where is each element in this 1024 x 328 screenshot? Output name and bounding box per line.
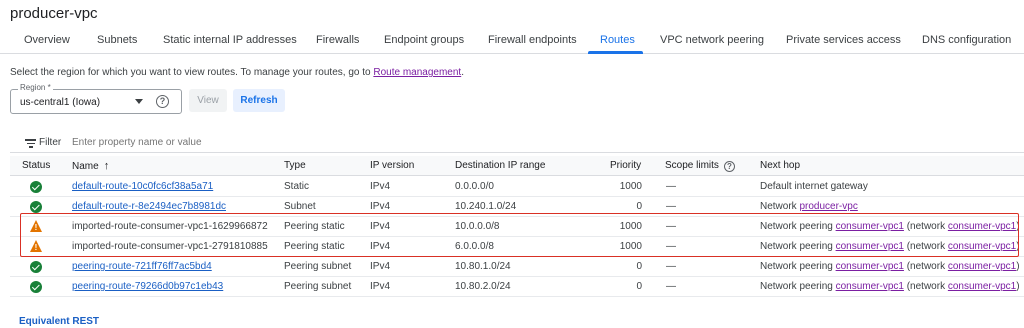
refresh-button[interactable]: Refresh	[233, 89, 285, 112]
highlight-annotation-box	[20, 213, 1019, 257]
table-row: peering-route-79266d0b97c1eb43 Peering s…	[10, 277, 1024, 297]
route-destination: 0.0.0.0/0	[455, 181, 494, 192]
table-row: peering-route-721ff76ff7ac5bd4 Peering s…	[10, 257, 1024, 277]
route-priority: 1000	[619, 181, 642, 192]
column-header-name[interactable]: Name ↑	[72, 160, 109, 172]
dropdown-arrow-icon[interactable]	[135, 99, 143, 104]
region-label: Region *	[18, 83, 53, 92]
intro-message: Select the region for which you want to …	[10, 67, 374, 78]
tab-endpoint-groups[interactable]: Endpoint groups	[384, 34, 464, 46]
column-header-destination[interactable]: Destination IP range	[455, 160, 545, 171]
route-type: Subnet	[284, 201, 316, 212]
tab-bar: Overview Subnets Static internal IP addr…	[0, 30, 1024, 54]
column-header-type[interactable]: Type	[284, 160, 306, 171]
route-destination: 10.80.1.0/24	[455, 261, 511, 272]
route-scope: —	[666, 261, 676, 272]
column-header-ip-version[interactable]: IP version	[370, 160, 414, 171]
sort-ascending-icon[interactable]: ↑	[104, 160, 110, 172]
next-hop-suffix: )	[1016, 261, 1020, 272]
route-name-link[interactable]: peering-route-721ff76ff7ac5bd4	[72, 261, 212, 272]
filter-input[interactable]	[72, 137, 372, 148]
table-row: default-route-10c0fc6cf38a5a71 Static IP…	[10, 177, 1024, 197]
route-destination: 10.80.2.0/24	[455, 281, 511, 292]
route-ip-version: IPv4	[370, 261, 391, 272]
column-header-next-hop[interactable]: Next hop	[760, 160, 800, 171]
status-ok-icon	[30, 281, 42, 293]
column-header-scope-label: Scope limits	[665, 160, 719, 171]
route-ip-version: IPv4	[370, 201, 391, 212]
tab-private-services-access[interactable]: Private services access	[786, 34, 901, 46]
tab-vpc-network-peering[interactable]: VPC network peering	[660, 34, 764, 46]
active-tab-indicator	[588, 51, 643, 54]
intro-suffix: .	[461, 67, 464, 78]
next-hop-prefix: Network peering	[760, 281, 836, 292]
status-ok-icon	[30, 261, 42, 273]
network-link[interactable]: consumer-vpc1	[948, 281, 1016, 292]
next-hop-prefix: Network peering	[760, 261, 836, 272]
tab-static-internal-ip[interactable]: Static internal IP addresses	[163, 34, 297, 46]
route-ip-version: IPv4	[370, 281, 391, 292]
table-header: Status Name ↑ Type IP version Destination…	[10, 156, 1024, 176]
column-header-name-label: Name	[72, 161, 99, 172]
help-icon[interactable]: ?	[156, 95, 169, 108]
tab-firewalls[interactable]: Firewalls	[316, 34, 359, 46]
route-next-hop: Network peering consumer-vpc1 (network c…	[760, 261, 1020, 272]
route-priority: 0	[636, 261, 642, 272]
route-name-link[interactable]: peering-route-79266d0b97c1eb43	[72, 281, 223, 292]
route-destination: 10.240.1.0/24	[455, 201, 517, 212]
view-button[interactable]: View	[189, 89, 227, 112]
route-priority: 0	[636, 201, 642, 212]
next-hop-prefix: Network	[760, 201, 800, 212]
route-type: Peering subnet	[284, 261, 352, 272]
region-value: us-central1 (Iowa)	[20, 97, 101, 108]
route-type: Peering subnet	[284, 281, 352, 292]
status-ok-icon	[30, 201, 42, 213]
next-hop-suffix: )	[1016, 281, 1020, 292]
route-next-hop: Network peering consumer-vpc1 (network c…	[760, 281, 1020, 292]
network-link[interactable]: producer-vpc	[799, 201, 857, 212]
route-scope: —	[666, 201, 676, 212]
route-scope: —	[666, 281, 676, 292]
region-select[interactable]: Region * us-central1 (Iowa) ?	[10, 83, 182, 114]
route-ip-version: IPv4	[370, 181, 391, 192]
filter-divider	[10, 152, 1024, 153]
next-hop-mid: (network	[903, 261, 948, 272]
filter-label: Filter	[39, 137, 62, 148]
peering-link[interactable]: consumer-vpc1	[836, 261, 904, 272]
column-header-scope-limits[interactable]: Scope limits?	[665, 160, 735, 172]
route-next-hop: Network producer-vpc	[760, 201, 858, 212]
next-hop-mid: (network	[903, 281, 948, 292]
tab-overview[interactable]: Overview	[24, 34, 70, 46]
route-name-link[interactable]: default-route-10c0fc6cf38a5a71	[72, 181, 213, 192]
route-name-link[interactable]: default-route-r-8e2494ec7b8981dc	[72, 201, 226, 212]
filter-icon[interactable]	[25, 139, 36, 148]
route-priority: 0	[636, 281, 642, 292]
peering-link[interactable]: consumer-vpc1	[836, 281, 904, 292]
route-next-hop: Default internet gateway	[760, 181, 868, 192]
tab-dns-configuration[interactable]: DNS configuration	[922, 34, 1011, 46]
status-ok-icon	[30, 181, 42, 193]
column-header-priority[interactable]: Priority	[610, 160, 641, 171]
equivalent-rest-link[interactable]: Equivalent REST	[19, 316, 99, 327]
help-icon[interactable]: ?	[723, 161, 735, 172]
route-scope: —	[666, 181, 676, 192]
route-management-link[interactable]: Route management	[373, 67, 461, 78]
page-title: producer-vpc	[10, 5, 98, 22]
intro-text: Select the region for which you want to …	[10, 67, 464, 78]
route-type: Static	[284, 181, 310, 192]
network-link[interactable]: consumer-vpc1	[948, 261, 1016, 272]
tab-firewall-endpoints[interactable]: Firewall endpoints	[488, 34, 577, 46]
column-header-status: Status	[22, 160, 51, 171]
tab-subnets[interactable]: Subnets	[97, 34, 137, 46]
tab-routes[interactable]: Routes	[600, 34, 635, 46]
